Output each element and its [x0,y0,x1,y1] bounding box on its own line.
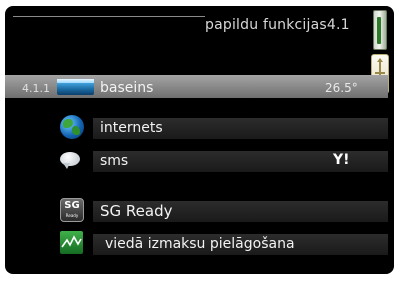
price-chart-icon [60,231,83,254]
menu-item-smart-price[interactable]: viedā izmaksu pielāgošana [5,230,394,256]
menu-item-label: sms [100,153,129,169]
sg-icon-subtext: Ready [65,213,79,218]
menu-item-label: internets [100,120,163,136]
signal-icon: Y! [333,152,350,168]
menu-item-label: SG Ready [100,202,173,220]
page-title-text: papildu funkcijas [205,17,327,33]
scroll-up-arrow-icon [377,58,383,62]
menu-item-label: baseins [100,80,154,96]
menu-item-internets[interactable]: internets [5,114,394,140]
globe-icon [60,115,84,139]
header-divider [13,16,205,17]
menu-item-number: 4.1.1 [22,82,50,95]
menu-item-sms[interactable]: sms Y! [5,147,394,173]
page-title: papildu funkcijas4.1 [205,17,350,33]
menu-item-label: viedā izmaksu pielāgošana [105,236,295,252]
sms-icon [60,152,80,169]
display-screen: papildu funkcijas4.1 4.1.1 baseins 26.5°… [5,6,394,274]
menu-item-baseins[interactable]: 4.1.1 baseins 26.5° [5,74,394,100]
pool-icon [57,79,94,95]
menu-number: 4.1 [326,17,350,33]
menu-item-sg-ready[interactable]: SG Ready SG Ready [5,197,394,223]
menu-item-value: 26.5° [325,81,358,95]
thermometer-icon [373,10,387,50]
sg-ready-icon: SG Ready [60,198,84,222]
sg-icon-text: SG [64,200,80,211]
